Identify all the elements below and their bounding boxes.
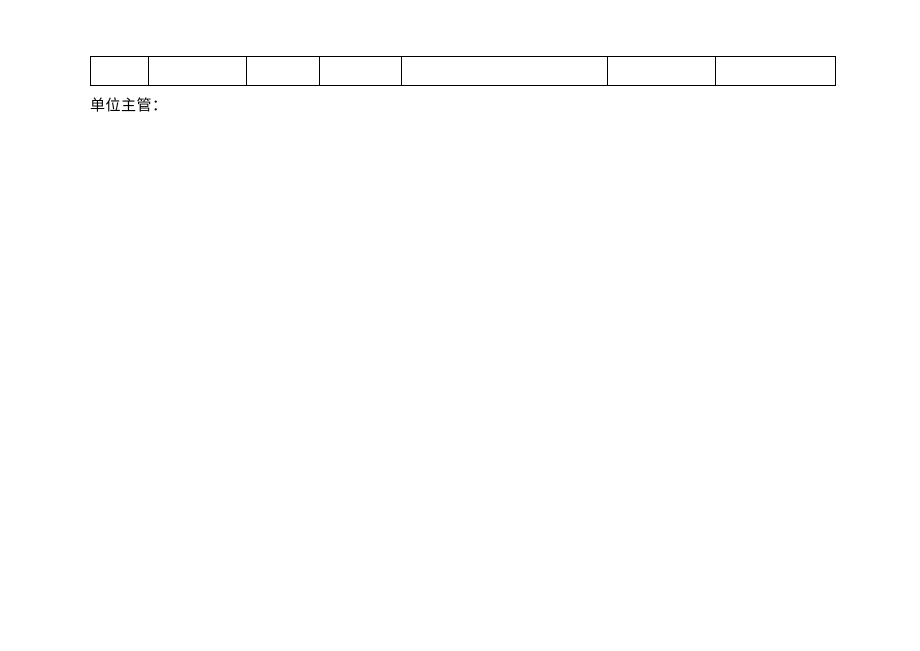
table-cell (716, 57, 836, 86)
table-cell (608, 57, 716, 86)
form-table-wrap (90, 56, 836, 86)
signature-label: 单位主管： (90, 94, 168, 115)
table-cell (401, 57, 608, 86)
table-cell (247, 57, 319, 86)
table-row (91, 57, 836, 86)
document-page: 单位主管： (0, 0, 920, 651)
form-table (90, 56, 836, 86)
table-cell (319, 57, 401, 86)
table-cell (149, 57, 247, 86)
table-cell (91, 57, 149, 86)
